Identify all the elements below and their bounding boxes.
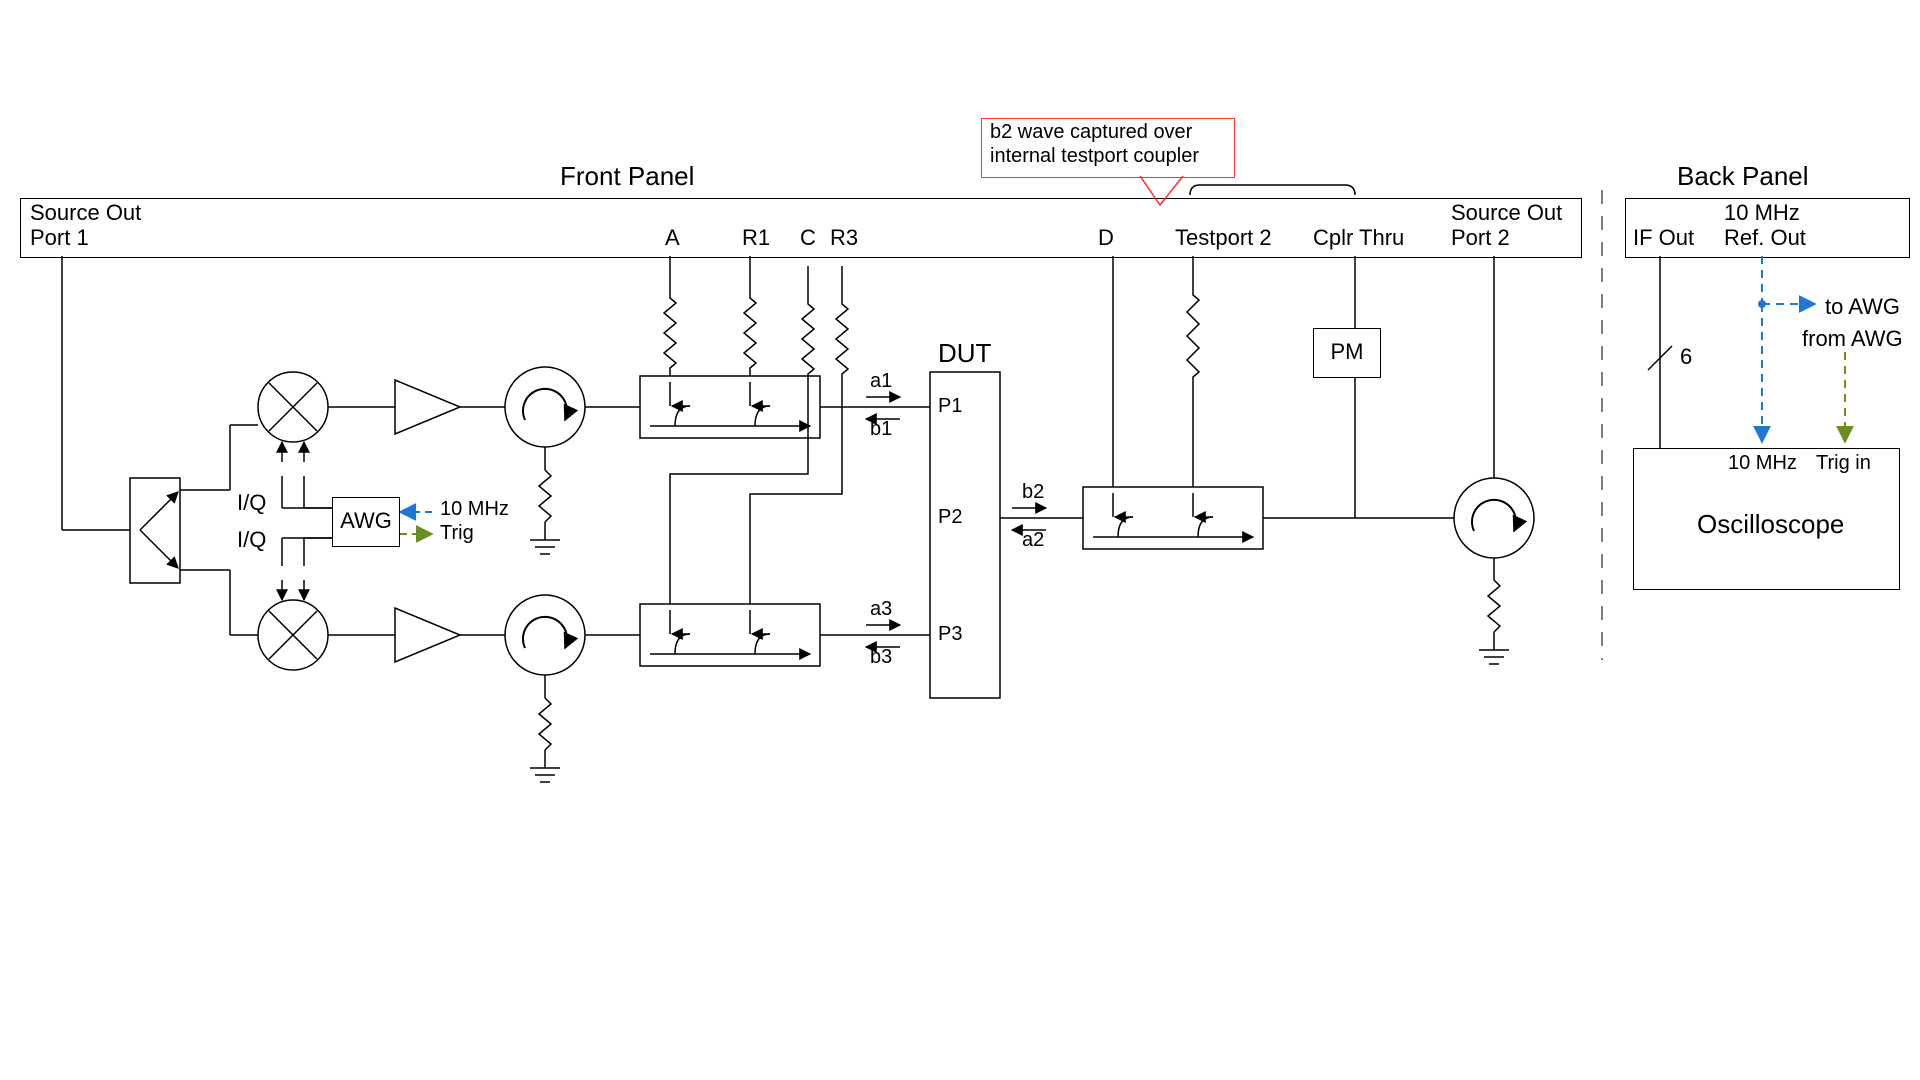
pm-block: PM xyxy=(1313,328,1381,378)
osc-10mhz-label: 10 MHz xyxy=(1728,452,1797,475)
label-P2: P2 xyxy=(938,506,962,529)
diagram-stage: Front Panel Back Panel Source Out Port 1… xyxy=(0,0,1920,1080)
oscilloscope-label: Oscilloscope xyxy=(1697,509,1844,540)
label-b3: b3 xyxy=(870,646,892,669)
iq-label-bot: I/Q xyxy=(237,527,266,553)
dut-title: DUT xyxy=(938,338,991,369)
label-P1: P1 xyxy=(938,395,962,418)
label-a2: a2 xyxy=(1022,529,1044,552)
label-a3: a3 xyxy=(870,598,892,621)
label-b2: b2 xyxy=(1022,481,1044,504)
label-b1: b1 xyxy=(870,418,892,441)
schematic-lines xyxy=(0,0,1920,1080)
awg-trig-label: Trig xyxy=(440,522,474,545)
awg-10mhz-label: 10 MHz xyxy=(440,498,509,521)
awg-block: AWG xyxy=(332,497,400,547)
awg-label: AWG xyxy=(333,508,399,534)
label-a1: a1 xyxy=(870,370,892,393)
osc-trigin-label: Trig in xyxy=(1816,452,1871,475)
iq-label-top: I/Q xyxy=(237,490,266,516)
pm-label: PM xyxy=(1314,339,1380,365)
label-P3: P3 xyxy=(938,623,962,646)
bus-6-label: 6 xyxy=(1680,344,1692,370)
